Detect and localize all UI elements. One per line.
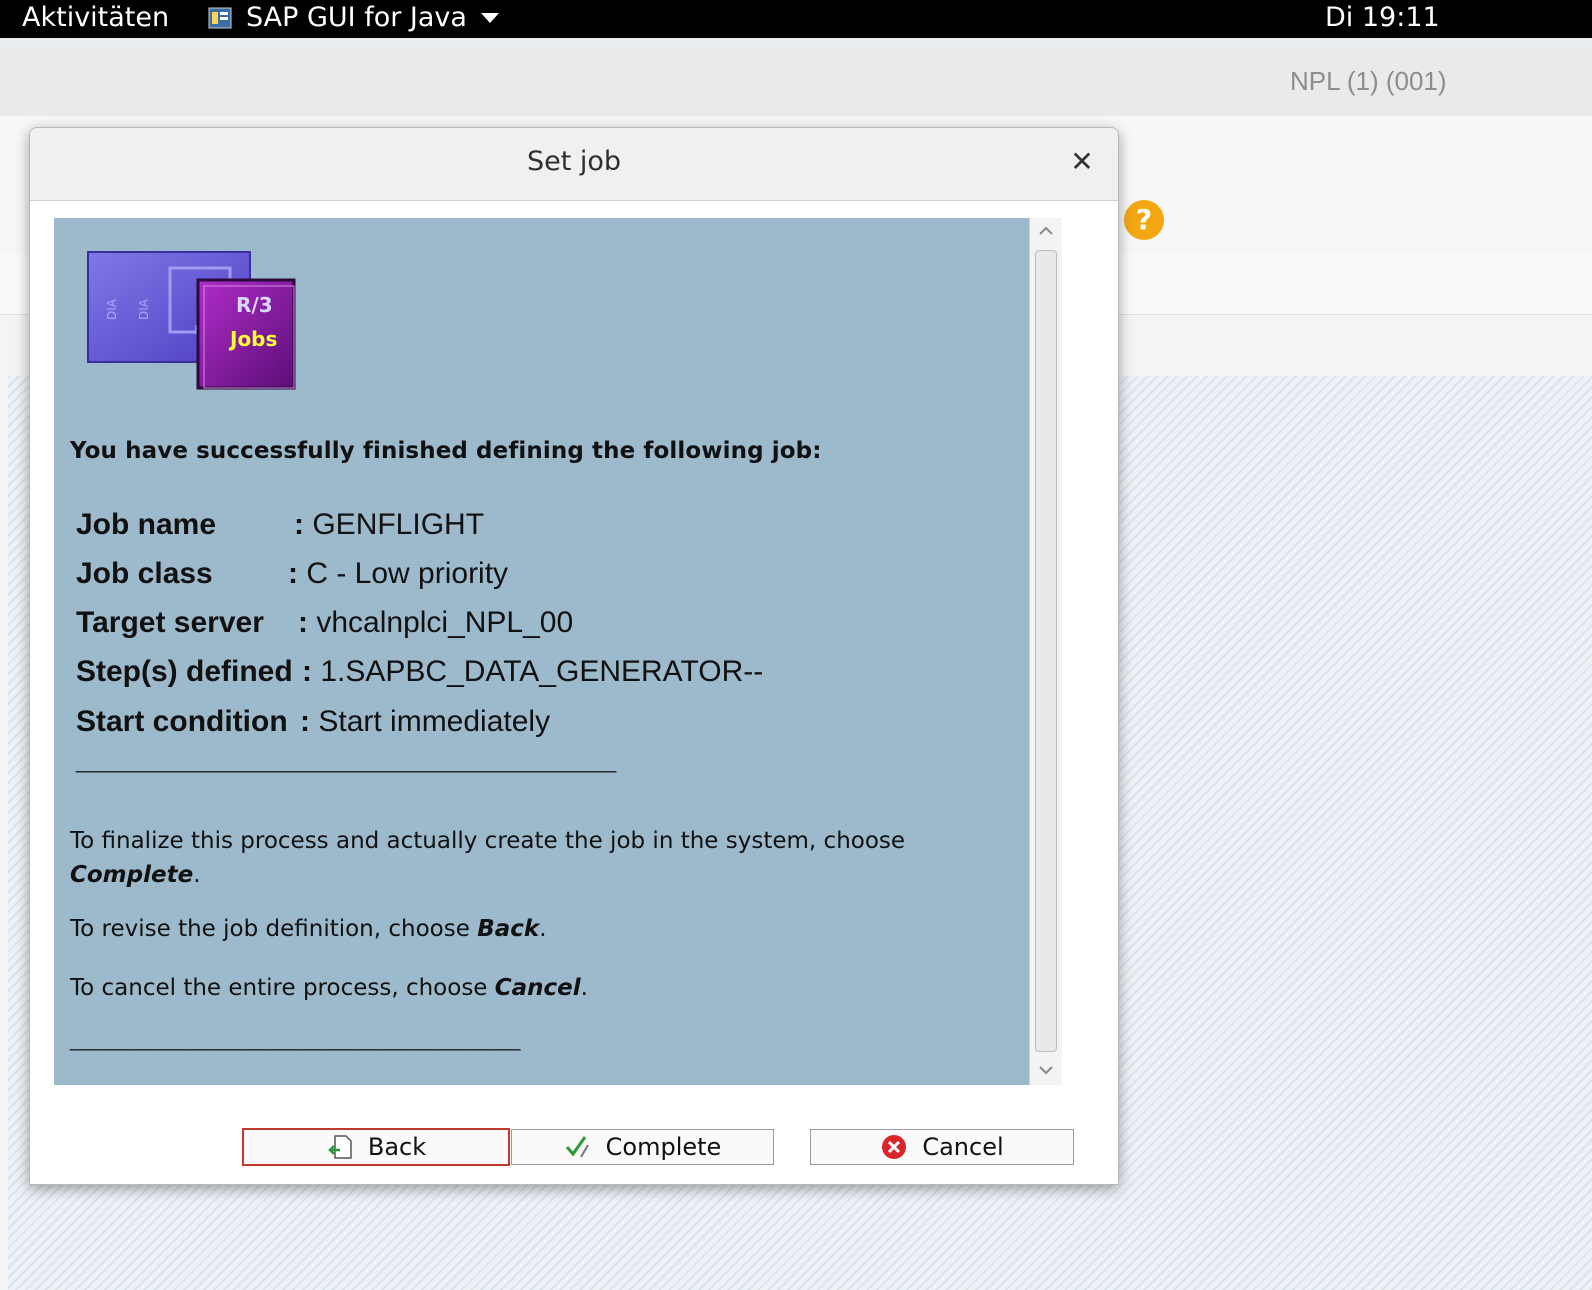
dialog-header: Set job ✕ — [30, 128, 1118, 201]
complete-button[interactable]: Complete — [511, 1129, 774, 1165]
back-button[interactable]: Back — [242, 1128, 510, 1166]
back-arrow-icon — [328, 1135, 352, 1159]
field-steps-defined: Step(s) defined: 1.SAPBC_DATA_GENERATOR-… — [76, 655, 764, 688]
dialog-title: Set job — [526, 146, 622, 177]
system-label: NPL (1) (001) — [1290, 66, 1447, 96]
scroll-up-icon[interactable] — [1037, 222, 1055, 240]
sap-app-icon — [208, 7, 232, 28]
instruction-complete: To finalize this process and actually cr… — [70, 828, 906, 888]
vertical-scrollbar[interactable] — [1029, 218, 1062, 1085]
separator-line: ________________________________________… — [76, 748, 616, 773]
cancel-button[interactable]: Cancel — [810, 1129, 1074, 1165]
field-target-server: Target server: vhcalnplci_NPL_00 — [76, 606, 574, 639]
field-start-condition: Start condition: Start immediately — [76, 705, 551, 738]
cancel-icon — [882, 1135, 907, 1159]
scroll-thumb[interactable] — [1035, 250, 1057, 1052]
field-job-name: Job name: GENFLIGHT — [76, 508, 485, 541]
complete-label: Complete — [605, 1133, 722, 1161]
separator-line: ________________________________________ — [70, 1026, 520, 1051]
svg-text:DIA: DIA — [137, 298, 151, 320]
top-bar: Aktivitäten SAP GUI for Java Di 19:11 — [0, 0, 1592, 38]
chevron-down-icon — [480, 12, 499, 23]
logo-jobs-text: Jobs — [228, 327, 277, 351]
clock[interactable]: Di 19:11 — [1325, 2, 1440, 33]
instruction-cancel: To cancel the entire process, choose Can… — [70, 975, 588, 1001]
intro-text: You have successfully finished defining … — [70, 438, 822, 464]
field-job-class: Job class: C - Low priority — [76, 557, 509, 590]
logo-r3-text: R/3 — [236, 293, 273, 317]
r3-jobs-logo: DIA DIA BTC R/3 Jobs — [87, 251, 296, 390]
app-name: SAP GUI for Java — [246, 2, 467, 33]
app-menu[interactable]: SAP GUI for Java — [208, 2, 499, 33]
checkmark-icon — [565, 1136, 589, 1158]
job-summary-panel: DIA DIA BTC R/3 Jobs You have successful… — [54, 218, 1029, 1085]
window-titlebar: NPL (1) (001) — [0, 46, 1592, 117]
scroll-down-icon[interactable] — [1037, 1061, 1055, 1079]
back-label: Back — [367, 1133, 427, 1161]
help-icon[interactable]: ? — [1124, 200, 1164, 240]
cancel-label: Cancel — [922, 1133, 1004, 1161]
set-job-dialog: Set job ✕ DIA DIA BTC R/3 Jobs — [29, 127, 1119, 1185]
close-icon[interactable]: ✕ — [1066, 146, 1098, 178]
instruction-back: To revise the job definition, choose Bac… — [70, 916, 547, 942]
activities-button[interactable]: Aktivitäten — [22, 2, 169, 33]
svg-text:DIA: DIA — [105, 298, 119, 320]
